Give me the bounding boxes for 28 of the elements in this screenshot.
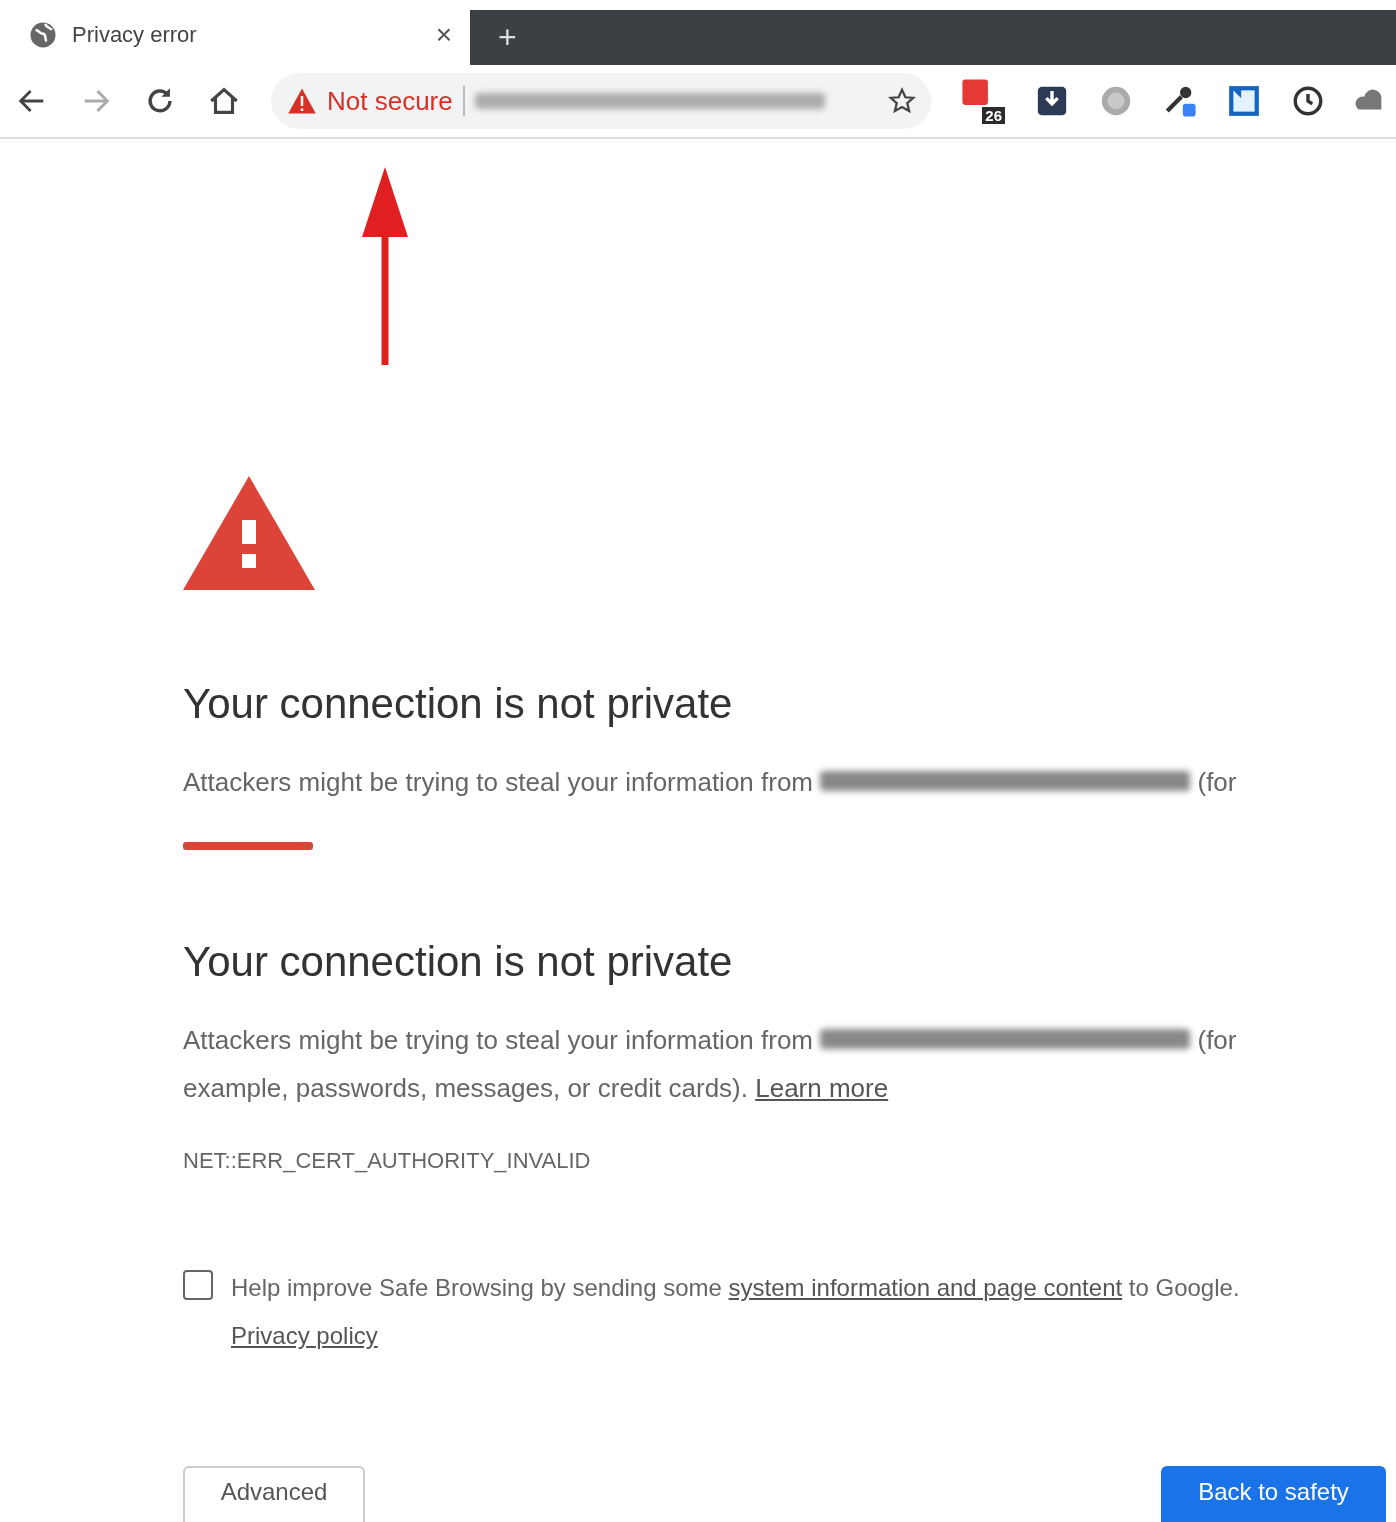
address-bar[interactable]: Not secure xyxy=(271,73,931,129)
eyedropper-icon[interactable] xyxy=(1163,84,1197,118)
error-code: NET::ERR_CERT_AUTHORITY_INVALID xyxy=(183,1148,592,1174)
calendar-extension-button[interactable]: 26 xyxy=(961,78,1005,124)
globe-icon xyxy=(28,20,58,50)
privacy-policy-link[interactable]: Privacy policy xyxy=(231,1312,378,1360)
error-description: Attackers might be trying to steal your information from (for example, passwords, messages, or credit cards). Learn more xyxy=(183,1024,1238,1105)
learn-more-link[interactable]: Learn more xyxy=(755,1073,889,1103)
system-information-link[interactable]: system information and page content xyxy=(728,1274,1123,1301)
download-icon[interactable] xyxy=(1035,84,1069,118)
star-icon[interactable] xyxy=(887,86,917,116)
error-heading: Your connection is not private xyxy=(183,938,734,986)
new-tab-button[interactable]: + xyxy=(498,19,517,56)
error-description: Attackers might be trying to steal your information from (for xyxy=(183,766,1238,799)
date-badge: 26 xyxy=(982,107,1005,124)
security-label: Not secure xyxy=(327,85,453,117)
warning-icon xyxy=(183,476,315,590)
window-icon[interactable] xyxy=(1227,84,1261,118)
back-to-safety-button[interactable]: Back to safety xyxy=(1161,1466,1386,1522)
tab-title: Privacy error xyxy=(72,22,198,48)
close-tab-button[interactable]: × xyxy=(435,19,452,51)
clock-icon[interactable] xyxy=(1291,84,1325,118)
error-heading: Your connection is not private xyxy=(183,680,734,728)
safe-browsing-text: Help improve Safe Browsing by sending some system information and page content to Google. xyxy=(231,1273,1240,1303)
checkbox[interactable] xyxy=(183,1270,213,1300)
warning-icon xyxy=(287,87,317,115)
browser-tab[interactable]: Privacy error × xyxy=(0,5,470,65)
advanced-button[interactable]: Advanced xyxy=(183,1466,365,1522)
